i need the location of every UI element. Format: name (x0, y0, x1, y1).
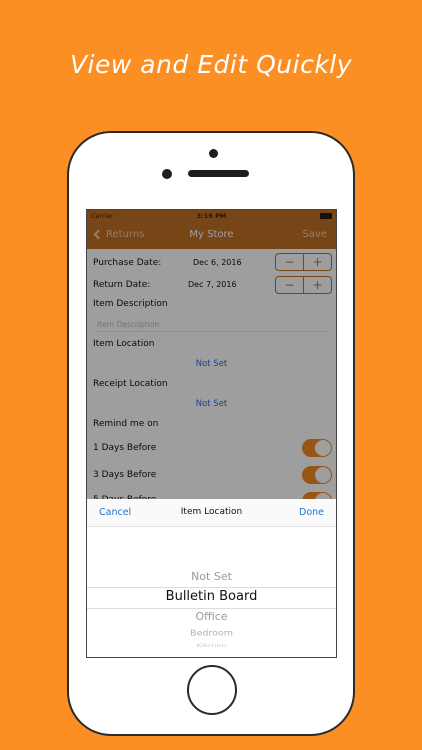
done-button[interactable]: Done (299, 507, 324, 518)
picker-option-kitchen[interactable]: Kitchen (87, 643, 336, 648)
picker-option-selected[interactable]: Bulletin Board (87, 589, 336, 604)
headline: View and Edit Quickly (69, 50, 353, 79)
picker-wheel[interactable]: Not Set Bulletin Board Office Bedroom Ki… (87, 527, 336, 657)
location-picker-sheet: Cancel Item Location Done Not Set Bullet… (87, 499, 336, 657)
picker-option-bedroom[interactable]: Bedroom (87, 629, 336, 638)
picker-option-not-set[interactable]: Not Set (87, 570, 336, 583)
speaker-grille (188, 170, 249, 177)
phone-frame: Carrier 3:19 PM Returns My Store Save Pu… (67, 131, 355, 736)
sensor-icon (162, 169, 172, 179)
home-button[interactable] (187, 665, 237, 715)
app-screen: Carrier 3:19 PM Returns My Store Save Pu… (86, 209, 337, 658)
picker-option-office[interactable]: Office (87, 610, 336, 623)
picker-toolbar: Cancel Item Location Done (87, 499, 336, 527)
camera-icon (209, 149, 218, 158)
